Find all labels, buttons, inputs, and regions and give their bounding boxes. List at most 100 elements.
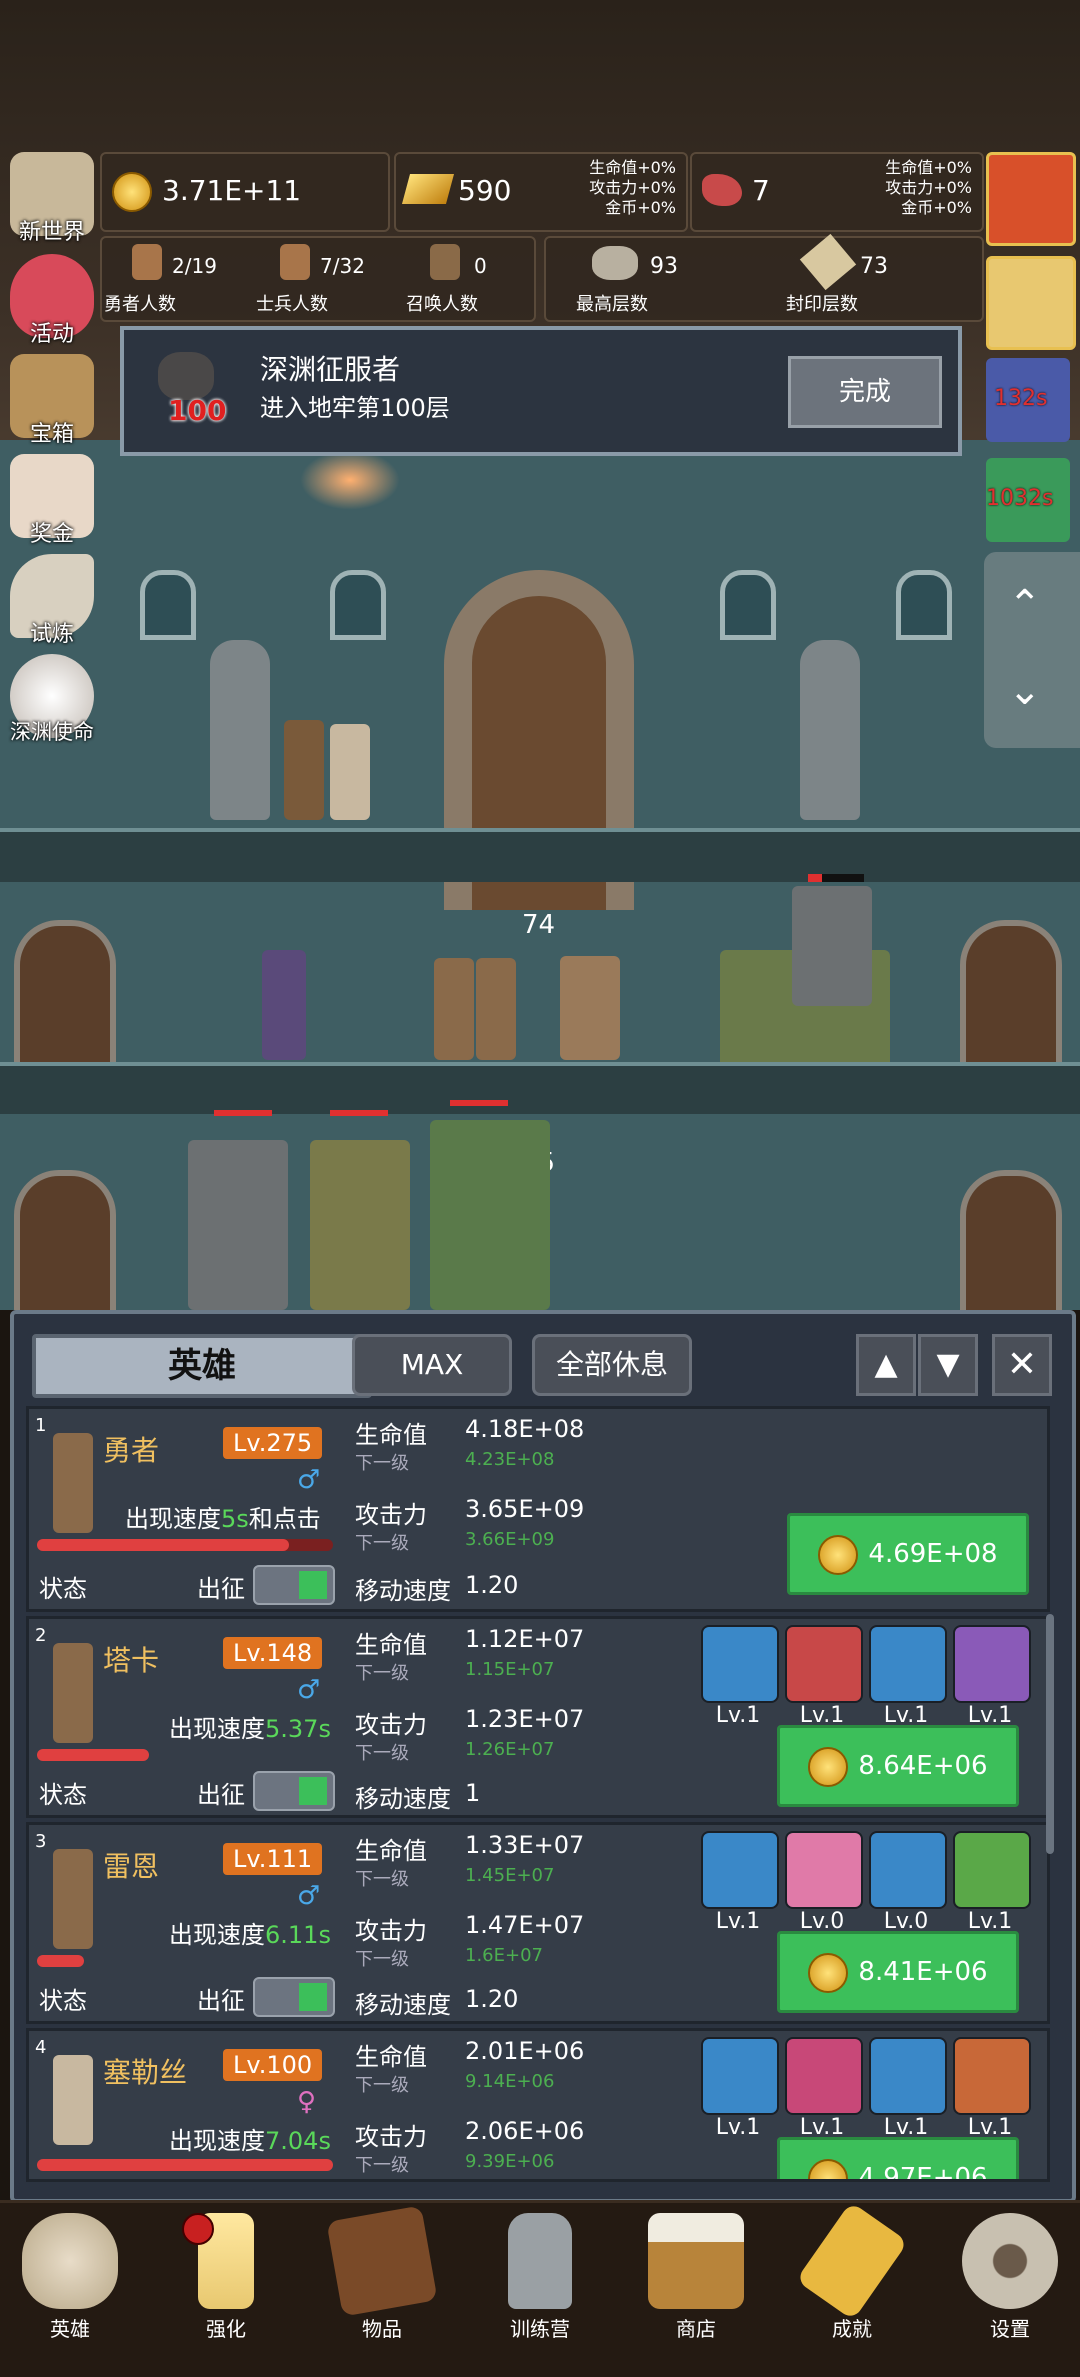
deploy-label: 出征	[197, 1575, 245, 1603]
max-button[interactable]: MAX	[352, 1334, 512, 1396]
atk-next-value: 9.39E+06	[465, 2151, 555, 2172]
equipment-slot[interactable]: Lv.1	[869, 2037, 947, 2140]
atk-label: 攻击力	[355, 2123, 427, 2151]
upgrade-button[interactable]: 8.64E+06	[777, 1725, 1019, 1807]
candle-icon[interactable]	[986, 256, 1076, 350]
move-speed-value: 1	[465, 1779, 481, 1807]
hero-sprite	[476, 958, 516, 1060]
collapse-down-button[interactable]: ▼	[918, 1334, 978, 1396]
left-menu-reward[interactable]: 奖金	[6, 454, 98, 547]
boost-icon[interactable]: 132s	[986, 358, 1070, 442]
next-level-label: 下一级	[355, 1663, 409, 1684]
hero-card[interactable]: 4 塞勒丝 Lv.100 ♀ 出现速度7.04s 生命值 2.01E+06 下一…	[26, 2028, 1050, 2182]
hero-name: 勇者	[103, 1434, 160, 1467]
boost2-icon[interactable]: 1032s	[986, 458, 1070, 542]
hero-panel: 英雄 MAX 全部休息 ▲ ▼ ✕ 1 勇者 Lv.275 ♂ 出现速度5s和点…	[10, 1310, 1076, 2203]
beer-icon	[648, 2213, 744, 2309]
hero-level: Lv.100	[223, 2049, 323, 2081]
spawn-speed: 出现速度7.04s	[169, 2127, 331, 2155]
nav-enhance[interactable]: 强化	[156, 2213, 296, 2342]
left-menu-trial[interactable]: 试炼	[6, 554, 98, 647]
nav-items[interactable]: 物品	[312, 2205, 452, 2342]
floor-scroll-control: ⌃ ⌄	[984, 552, 1080, 748]
left-menu-label: 试炼	[29, 622, 74, 647]
hp-value: 4.18E+08	[465, 1415, 585, 1443]
deploy-toggle[interactable]	[253, 1771, 335, 1811]
coin-icon	[808, 2158, 849, 2179]
floor-ledge	[0, 828, 1080, 882]
bottom-nav: 英雄 强化 物品 训练营 商店 成就 设置	[0, 2200, 1080, 2377]
next-level-label: 下一级	[355, 1453, 409, 1474]
equipment-slot[interactable]: Lv.0	[785, 1831, 863, 1934]
equipment-slot[interactable]: Lv.1	[953, 1625, 1031, 1728]
upgrade-button[interactable]: 8.41E+06	[777, 1931, 1019, 2013]
left-menu-abyss-mission[interactable]: 深渊使命	[6, 654, 98, 746]
equipment-slot[interactable]: Lv.1	[701, 2037, 779, 2140]
hero-card[interactable]: 3 雷恩 Lv.111 ♂ 出现速度6.11s 状态 出征 生命值 1.33E+…	[26, 1822, 1050, 2024]
hero-sprite	[330, 724, 370, 820]
equipment-slot[interactable]: Lv.1	[869, 1625, 947, 1728]
next-level-label: 下一级	[355, 1949, 409, 1970]
boost2-timer: 1032s	[986, 486, 1054, 511]
quest-title: 深渊征服者	[260, 353, 401, 386]
equipment-slot[interactable]: Lv.1	[953, 1831, 1031, 1934]
hero-card[interactable]: 1 勇者 Lv.275 ♂ 出现速度5s和点击 状态 出征 生命值 4.18E+…	[26, 1406, 1050, 1612]
atk-label: 攻击力	[355, 1711, 427, 1739]
deploy-toggle[interactable]	[253, 1977, 335, 2017]
left-menu-events[interactable]: 活动	[6, 254, 98, 347]
rest-all-button[interactable]: 全部休息	[532, 1334, 692, 1396]
collapse-up-button[interactable]: ▲	[856, 1334, 916, 1396]
gem-bonus-hp: 生命值+0%	[885, 158, 972, 177]
nav-heroes[interactable]: 英雄	[0, 2213, 140, 2342]
apple-icon[interactable]	[986, 152, 1076, 246]
left-menu-label: 深渊使命	[10, 720, 94, 744]
left-menu-chest[interactable]: 宝箱	[6, 354, 98, 447]
quest-badge: 100	[168, 394, 227, 427]
equipment-slot[interactable]: Lv.1	[953, 2037, 1031, 2140]
male-icon: ♂	[297, 1881, 321, 1911]
close-button[interactable]: ✕	[992, 1334, 1052, 1396]
equipment-slot[interactable]: Lv.1	[701, 1625, 779, 1728]
equipment-slot[interactable]: Lv.1	[701, 1831, 779, 1934]
atk-label: 攻击力	[355, 1917, 427, 1945]
gear-icon	[962, 2213, 1058, 2309]
scroll-up-icon[interactable]: ⌃	[1008, 582, 1042, 628]
hp-label: 生命值	[355, 2043, 427, 2071]
hero-level: Lv.111	[223, 1843, 323, 1875]
hero-card[interactable]: 2 塔卡 Lv.148 ♂ 出现速度5.37s 状态 出征 生命值 1.12E+…	[26, 1616, 1050, 1818]
fire-sword-icon	[953, 2037, 1031, 2115]
unit-count-panel: 2/19 勇者人数 7/32 士兵人数 0 召唤人数	[100, 236, 536, 322]
scroll-down-icon[interactable]: ⌄	[1008, 668, 1042, 714]
quest-complete-button[interactable]: 完成	[788, 356, 942, 428]
equipment-slot[interactable]: Lv.0	[869, 1831, 947, 1934]
soldier-head-icon	[280, 244, 310, 280]
enemy-health-bar	[450, 1100, 508, 1106]
next-level-label: 下一级	[355, 1743, 409, 1764]
equipment-slot[interactable]: Lv.1	[785, 1625, 863, 1728]
nav-achievements[interactable]: 成就	[782, 2201, 922, 2342]
list-scrollbar[interactable]	[1046, 1614, 1054, 1854]
left-menu-label: 奖金	[29, 522, 74, 547]
upgrade-button[interactable]: 4.97E+06	[777, 2137, 1019, 2179]
hero-index: 2	[35, 1625, 47, 1646]
dungeon-door	[14, 920, 116, 1072]
hero-tab[interactable]: 英雄	[32, 1334, 372, 1398]
equipment-slot[interactable]: Lv.1	[785, 2037, 863, 2140]
upgrade-button[interactable]: 4.69E+08	[787, 1513, 1029, 1595]
hp-next-value: 4.23E+08	[465, 1449, 555, 1470]
deploy-toggle[interactable]	[253, 1565, 335, 1605]
spawn-speed: 出现速度5.37s	[169, 1715, 331, 1743]
nav-training-camp[interactable]: 训练营	[470, 2213, 610, 2342]
nav-shop[interactable]: 商店	[626, 2213, 766, 2342]
gold-bar-panel: 590 生命值+0% 攻击力+0% 金币+0%	[394, 152, 688, 232]
left-menu-new-world[interactable]: 新世界	[6, 152, 98, 245]
boost-timer: 132s	[994, 386, 1048, 411]
state-label: 状态	[39, 1575, 87, 1603]
move-speed-label: 移动速度	[355, 1577, 451, 1605]
coin-icon	[808, 1746, 849, 1787]
dungeon-door	[960, 1170, 1062, 1310]
stone-icon	[592, 246, 638, 280]
hero-sprite	[284, 720, 324, 820]
axe-icon	[785, 1625, 863, 1703]
nav-settings[interactable]: 设置	[940, 2213, 1080, 2342]
